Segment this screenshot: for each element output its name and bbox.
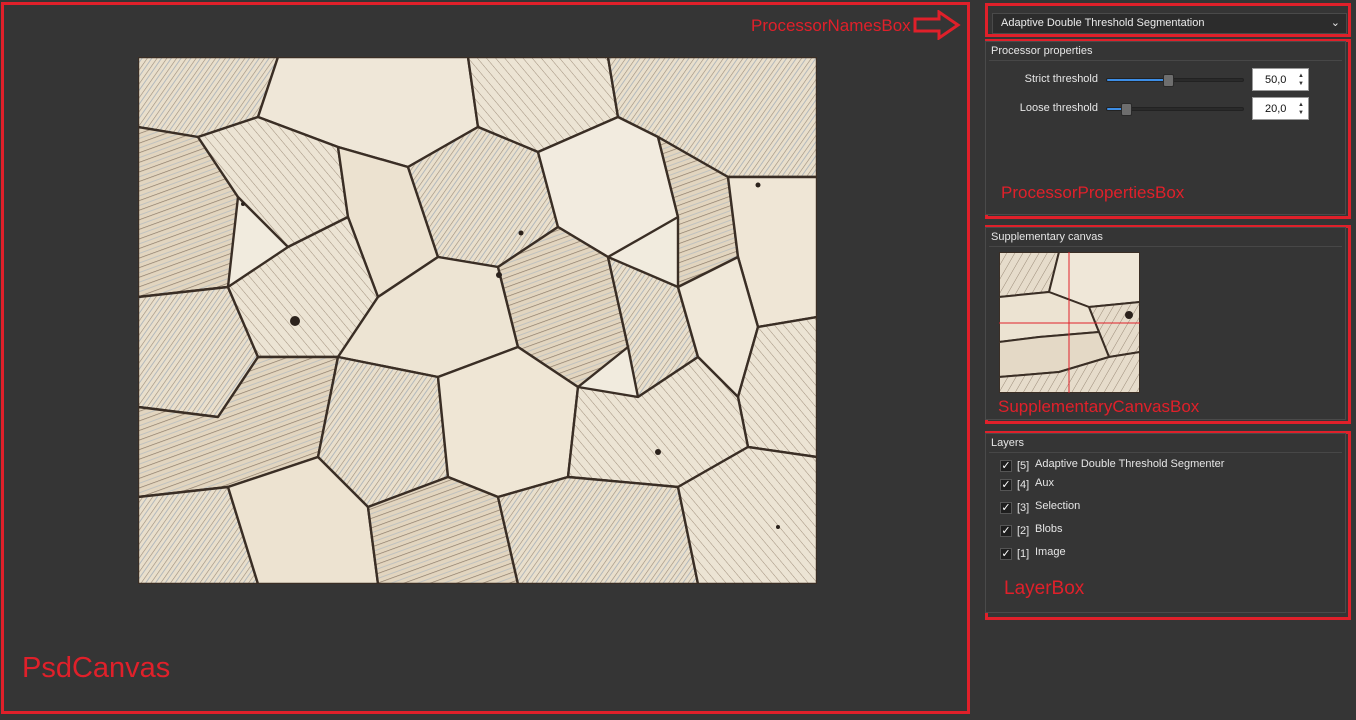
layer-index: [5] (1017, 460, 1030, 472)
annotation-layer-box: LayerBox (1004, 578, 1085, 599)
supplementary-canvas-title: Supplementary canvas (991, 231, 1103, 243)
processor-properties-title: Processor properties (991, 45, 1093, 57)
spin-up-icon[interactable]: ▲ (1298, 72, 1304, 80)
annotation-processor-properties-box: ProcessorPropertiesBox (1001, 183, 1185, 202)
slider-handle[interactable] (1163, 74, 1174, 87)
loose-threshold-label: Loose threshold (1019, 102, 1098, 114)
loose-threshold-slider[interactable] (1106, 103, 1244, 116)
strict-threshold-spinbox[interactable]: 50,0 ▲ ▼ (1252, 68, 1309, 91)
property-row-strict-threshold: Strict threshold 50,0 ▲ ▼ (990, 68, 1320, 92)
layer-name: Adaptive Double Threshold Segmenter (1035, 458, 1225, 470)
annotation-processor-names-box: ProcessorNamesBox (751, 16, 911, 35)
spin-down-icon[interactable]: ▼ (1298, 109, 1304, 117)
processor-select-value: Adaptive Double Threshold Segmentation (1001, 17, 1205, 29)
layer-name: Blobs (1035, 523, 1063, 535)
loose-threshold-spinbox[interactable]: 20,0 ▲ ▼ (1252, 97, 1309, 120)
layer-visibility-checkbox[interactable]: ✓ (1000, 525, 1012, 537)
divider (989, 246, 1342, 247)
supplementary-canvas-image[interactable] (999, 252, 1140, 393)
processor-select[interactable]: Adaptive Double Threshold Segmentation ⌄ (992, 13, 1347, 34)
layer-name: Aux (1035, 477, 1054, 489)
layers-title: Layers (991, 437, 1025, 449)
strict-threshold-slider[interactable] (1106, 74, 1244, 87)
loose-threshold-value: 20,0 (1265, 103, 1287, 115)
layer-index: [1] (1017, 548, 1030, 560)
spin-down-icon[interactable]: ▼ (1298, 80, 1304, 88)
layer-index: [4] (1017, 479, 1030, 491)
layer-visibility-checkbox[interactable]: ✓ (1000, 502, 1012, 514)
spin-up-icon[interactable]: ▲ (1298, 101, 1304, 109)
slider-fill (1107, 79, 1169, 81)
layer-visibility-checkbox[interactable]: ✓ (1000, 460, 1012, 472)
layer-visibility-checkbox[interactable]: ✓ (1000, 548, 1012, 560)
divider (989, 452, 1342, 453)
chevron-down-icon: ⌄ (1330, 17, 1340, 29)
annotation-arrow-icon (913, 10, 961, 40)
layer-name: Image (1035, 546, 1066, 558)
property-row-loose-threshold: Loose threshold 20,0 ▲ ▼ (990, 97, 1320, 121)
micrograph-image[interactable] (138, 57, 817, 584)
annotation-supplementary-canvas-box: SupplementaryCanvasBox (998, 397, 1200, 416)
annotation-psd-canvas: PsdCanvas (22, 652, 171, 684)
layer-index: [2] (1017, 525, 1030, 537)
layer-name: Selection (1035, 500, 1081, 512)
layer-visibility-checkbox[interactable]: ✓ (1000, 479, 1012, 491)
slider-handle[interactable] (1121, 103, 1132, 116)
divider (989, 60, 1342, 61)
strict-threshold-value: 50,0 (1265, 74, 1287, 86)
layer-index: [3] (1017, 502, 1030, 514)
strict-threshold-label: Strict threshold (1024, 73, 1098, 85)
